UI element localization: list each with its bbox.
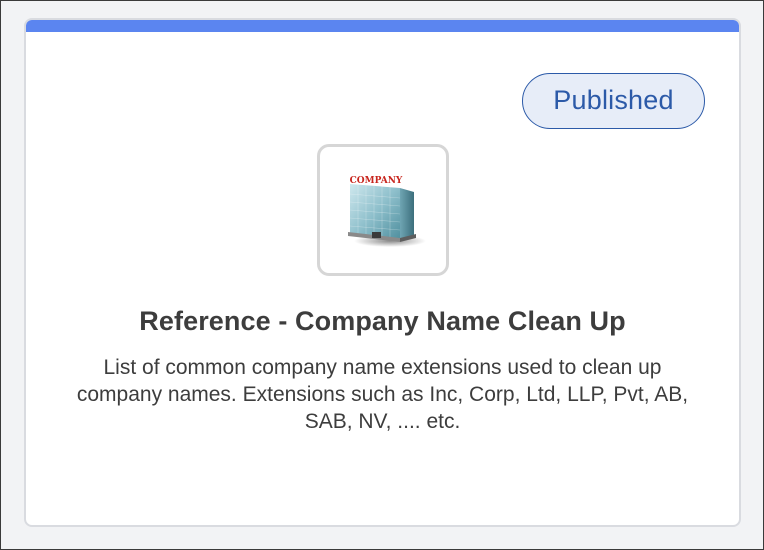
card-title: Reference - Company Name Clean Up <box>139 306 626 336</box>
card-thumbnail: COMPANY <box>317 144 449 276</box>
company-building-icon: COMPANY <box>348 176 426 247</box>
card-description: List of common company name extensions u… <box>76 356 689 433</box>
dataset-card[interactable]: Published COMPANY Reference - Company Na… <box>24 18 741 527</box>
card-accent-bar <box>26 20 739 32</box>
status-badge: Published <box>522 73 705 129</box>
company-sign-text: COMPANY <box>350 176 403 186</box>
